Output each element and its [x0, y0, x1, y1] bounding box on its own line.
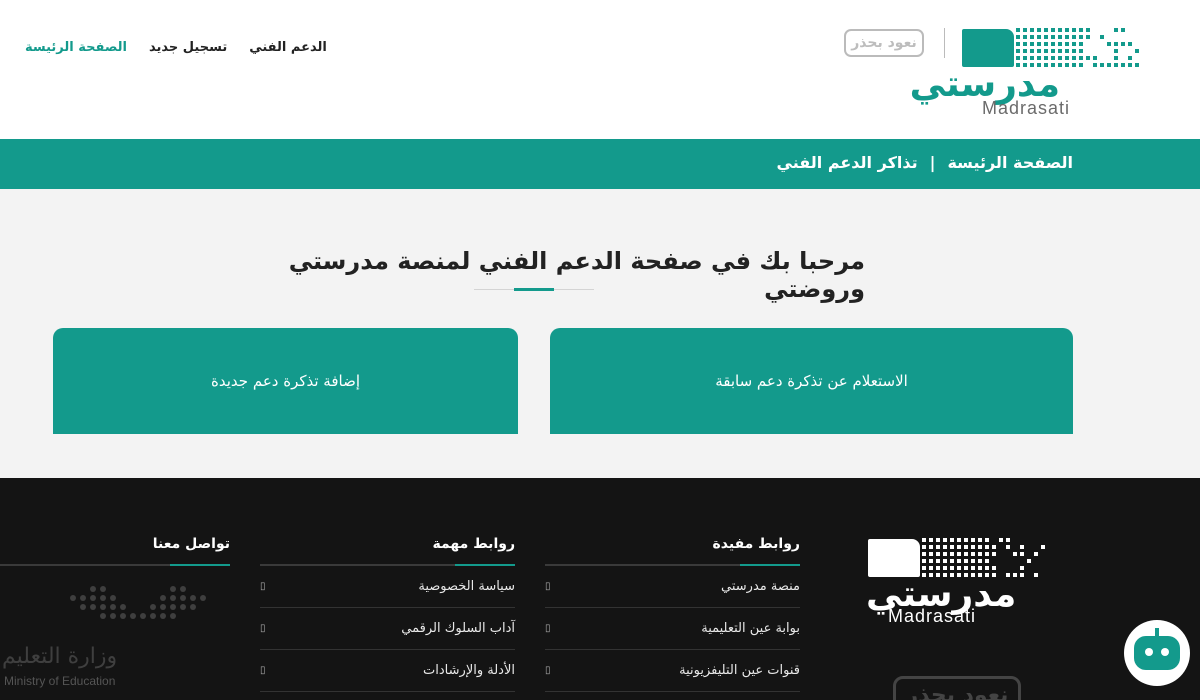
site-header: الصفحة الرئيسة تسجيل جديد الدعم الفني نع… — [0, 0, 1200, 139]
moe-english-text: Ministry of Education — [4, 674, 115, 688]
square-icon: ▯ — [260, 581, 266, 592]
breadcrumb-bar: الصفحة الرئيسة | تذاكر الدعم الفني — [0, 139, 1200, 189]
square-icon: ▯ — [260, 623, 266, 634]
contact-title: تواصل معنا — [0, 536, 230, 564]
breadcrumb: الصفحة الرئيسة | تذاكر الدعم الفني — [777, 153, 1073, 172]
footer-link[interactable]: بوابة عين التعليمية ▯ — [545, 608, 800, 650]
important-links-column: روابط مهمة سياسة الخصوصية ▯ آداب السلوك ا… — [260, 536, 515, 692]
madrasati-logo[interactable]: مدرستي Madrasati — [960, 24, 1145, 119]
breadcrumb-current: تذاكر الدعم الفني — [777, 153, 918, 172]
main-content: مرحبا بك في صفحة الدعم الفني لمنصة مدرست… — [0, 189, 1200, 478]
main-nav: الصفحة الرئيسة تسجيل جديد الدعم الفني — [25, 40, 327, 55]
book-icon — [962, 29, 1014, 67]
add-ticket-button[interactable]: إضافة تذكرة دعم جديدة — [53, 328, 518, 434]
site-footer: مدرستي Madrasati روابط مفيدة منصة مدرستي… — [0, 478, 1200, 700]
footer-link[interactable]: الأدلة والإرشادات ▯ — [260, 650, 515, 692]
naood-bihadhar-badge: نعود بحذر — [844, 29, 924, 57]
useful-links-column: روابط مفيدة منصة مدرستي ▯ بوابة عين التعل… — [545, 536, 800, 692]
inquire-ticket-button[interactable]: الاستعلام عن تذكرة دعم سابقة — [550, 328, 1073, 434]
book-icon — [868, 539, 920, 577]
nav-register[interactable]: تسجيل جديد — [149, 40, 227, 55]
page-title: مرحبا بك في صفحة الدعم الفني لمنصة مدرست… — [205, 247, 865, 303]
chatbot-button[interactable] — [1124, 620, 1190, 686]
breadcrumb-home[interactable]: الصفحة الرئيسة — [947, 153, 1073, 172]
footer-naood-badge: نعود بحذر — [893, 676, 1021, 700]
square-icon: ▯ — [545, 665, 551, 676]
nav-support[interactable]: الدعم الفني — [249, 40, 327, 55]
title-divider-accent — [514, 288, 554, 291]
moe-arabic-text: وزارة التعليم — [2, 644, 117, 669]
logo-english-text: Madrasati — [982, 98, 1070, 119]
footer-logo-english-text: Madrasati — [888, 606, 976, 627]
nav-home[interactable]: الصفحة الرئيسة — [25, 40, 127, 55]
square-icon: ▯ — [545, 581, 551, 592]
contact-column: تواصل معنا — [0, 536, 230, 566]
footer-madrasati-logo[interactable]: مدرستي Madrasati — [866, 536, 1051, 631]
ministry-of-education-logo[interactable]: وزارة التعليم Ministry of Education — [0, 578, 230, 700]
important-links-title: روابط مهمة — [260, 536, 515, 564]
robot-icon — [1134, 636, 1180, 670]
breadcrumb-separator: | — [930, 153, 936, 172]
footer-link[interactable]: قنوات عين التليفزيونية ▯ — [545, 650, 800, 692]
footer-link[interactable]: سياسة الخصوصية ▯ — [260, 566, 515, 608]
footer-link[interactable]: منصة مدرستي ▯ — [545, 566, 800, 608]
square-icon: ▯ — [545, 623, 551, 634]
useful-links-title: روابط مفيدة — [545, 536, 800, 564]
footer-link[interactable]: آداب السلوك الرقمي ▯ — [260, 608, 515, 650]
square-icon: ▯ — [260, 665, 266, 676]
header-divider — [944, 28, 945, 58]
